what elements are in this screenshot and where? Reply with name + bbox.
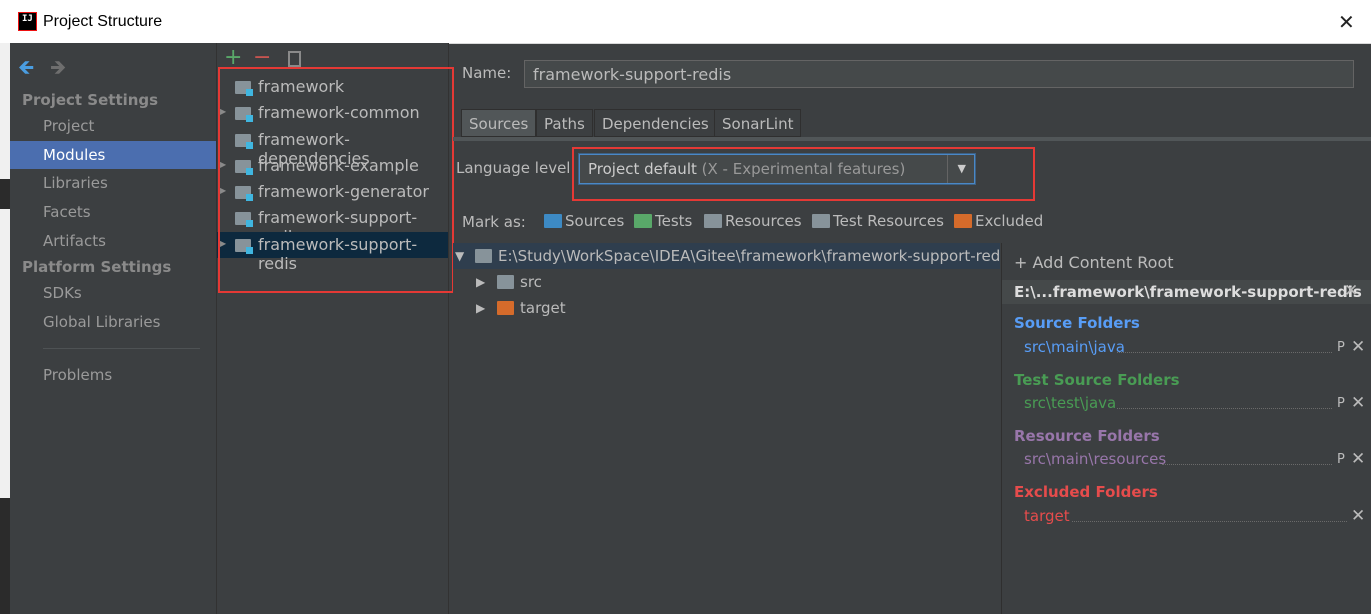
test-source-folders-heading: Test Source Folders bbox=[1014, 371, 1180, 389]
folder-icon bbox=[497, 275, 514, 289]
resources-folder-icon bbox=[704, 214, 722, 228]
mark-as-label: Mark as: bbox=[462, 213, 526, 231]
content-root-panel: + Add Content Root E:\...framework\frame… bbox=[1001, 243, 1371, 614]
tests-folder-icon bbox=[634, 214, 652, 228]
content-tree: ▼ E:\Study\WorkSpace\IDEA\Gitee\framewor… bbox=[453, 243, 1004, 614]
resource-folder-properties-icon[interactable]: P bbox=[1337, 452, 1345, 467]
back-arrow-icon[interactable]: 🡸 bbox=[18, 53, 34, 87]
nav-item-global-libraries[interactable]: Global Libraries bbox=[10, 308, 216, 336]
title-bar: IJ Project Structure ✕ bbox=[0, 0, 1371, 44]
remove-content-root-icon[interactable]: ✕ bbox=[1344, 281, 1358, 301]
dotted-leader bbox=[1162, 464, 1332, 465]
tree-root-path: E:\Study\WorkSpace\IDEA\Gitee\framework\… bbox=[498, 247, 1005, 265]
excluded-folders-heading: Excluded Folders bbox=[1014, 483, 1158, 501]
tab-paths[interactable]: Paths bbox=[536, 109, 593, 137]
source-folder-remove-icon[interactable]: ✕ bbox=[1351, 337, 1365, 357]
tab-underline bbox=[453, 137, 1371, 141]
highlight-box-language-level bbox=[572, 147, 1035, 201]
nav-item-modules[interactable]: Modules bbox=[10, 141, 216, 169]
window-title: Project Structure bbox=[43, 13, 163, 30]
resource-folder-path[interactable]: src\main\resources bbox=[1024, 450, 1166, 468]
nav-item-artifacts[interactable]: Artifacts bbox=[10, 227, 216, 255]
tab-sonarlint[interactable]: SonarLint bbox=[714, 109, 802, 137]
forward-arrow-icon[interactable]: 🡺 bbox=[50, 53, 66, 87]
source-folder-properties-icon[interactable]: P bbox=[1337, 340, 1345, 355]
add-content-root-button[interactable]: + Add Content Root bbox=[1014, 253, 1174, 272]
nav-item-problems[interactable]: Problems bbox=[10, 361, 216, 389]
settings-navigation: 🡸 🡺 Project Settings Project Modules Lib… bbox=[10, 43, 217, 614]
test-folder-remove-icon[interactable]: ✕ bbox=[1351, 393, 1365, 413]
test-source-folder-path[interactable]: src\test\java bbox=[1024, 394, 1116, 412]
project-settings-heading: Project Settings bbox=[22, 91, 159, 109]
tree-node-label: target bbox=[520, 299, 566, 317]
collapse-arrow-icon[interactable]: ▼ bbox=[455, 249, 464, 263]
dotted-leader bbox=[1117, 408, 1332, 409]
tree-root-row[interactable]: ▼ E:\Study\WorkSpace\IDEA\Gitee\framewor… bbox=[453, 243, 1004, 269]
expand-arrow-icon[interactable]: ▶ bbox=[476, 301, 485, 315]
excluded-folder-remove-icon[interactable]: ✕ bbox=[1351, 506, 1365, 526]
content-root-header: E:\...framework\framework-support-redis … bbox=[1002, 280, 1371, 304]
test-folder-properties-icon[interactable]: P bbox=[1337, 396, 1345, 411]
platform-settings-heading: Platform Settings bbox=[22, 258, 172, 276]
nav-divider bbox=[43, 348, 200, 349]
dotted-leader bbox=[1072, 521, 1347, 522]
test-resources-folder-icon bbox=[812, 214, 830, 228]
module-name-field[interactable] bbox=[524, 60, 1354, 88]
background-block bbox=[0, 498, 10, 614]
background-block bbox=[0, 179, 10, 209]
resource-folder-remove-icon[interactable]: ✕ bbox=[1351, 449, 1365, 469]
close-window-button[interactable]: ✕ bbox=[1338, 10, 1355, 34]
background-window-edge bbox=[0, 43, 10, 614]
tree-node-src[interactable]: ▶ src bbox=[453, 269, 1000, 295]
name-label: Name: bbox=[462, 64, 512, 82]
source-folders-heading: Source Folders bbox=[1014, 314, 1140, 332]
excluded-folder-icon bbox=[954, 214, 972, 228]
expand-arrow-icon[interactable]: ▶ bbox=[476, 275, 485, 289]
content-root-path: E:\...framework\framework-support-redis bbox=[1014, 283, 1362, 301]
nav-item-sdks[interactable]: SDKs bbox=[10, 279, 216, 307]
nav-item-libraries[interactable]: Libraries bbox=[10, 169, 216, 197]
module-list-panel: + − framework ▶ framework-common framewo… bbox=[217, 43, 454, 614]
intellij-logo-icon: IJ bbox=[18, 12, 37, 31]
tree-node-label: src bbox=[520, 273, 542, 291]
highlight-box-modules bbox=[218, 67, 454, 293]
excluded-folder-icon bbox=[497, 301, 514, 315]
nav-item-project[interactable]: Project bbox=[10, 112, 216, 140]
language-level-label: Language level: bbox=[456, 159, 576, 177]
folder-icon bbox=[475, 249, 492, 263]
excluded-folder-path[interactable]: target bbox=[1024, 507, 1070, 525]
nav-item-facets[interactable]: Facets bbox=[10, 198, 216, 226]
tab-sources[interactable]: Sources bbox=[461, 109, 537, 137]
dotted-leader bbox=[1117, 352, 1332, 353]
copy-icon[interactable] bbox=[288, 51, 301, 67]
resource-folders-heading: Resource Folders bbox=[1014, 427, 1160, 445]
tree-node-target[interactable]: ▶ target bbox=[453, 295, 1000, 321]
source-folder-path[interactable]: src\main\java bbox=[1024, 338, 1125, 356]
tab-dependencies[interactable]: Dependencies bbox=[594, 109, 717, 137]
sources-folder-icon bbox=[544, 214, 562, 228]
